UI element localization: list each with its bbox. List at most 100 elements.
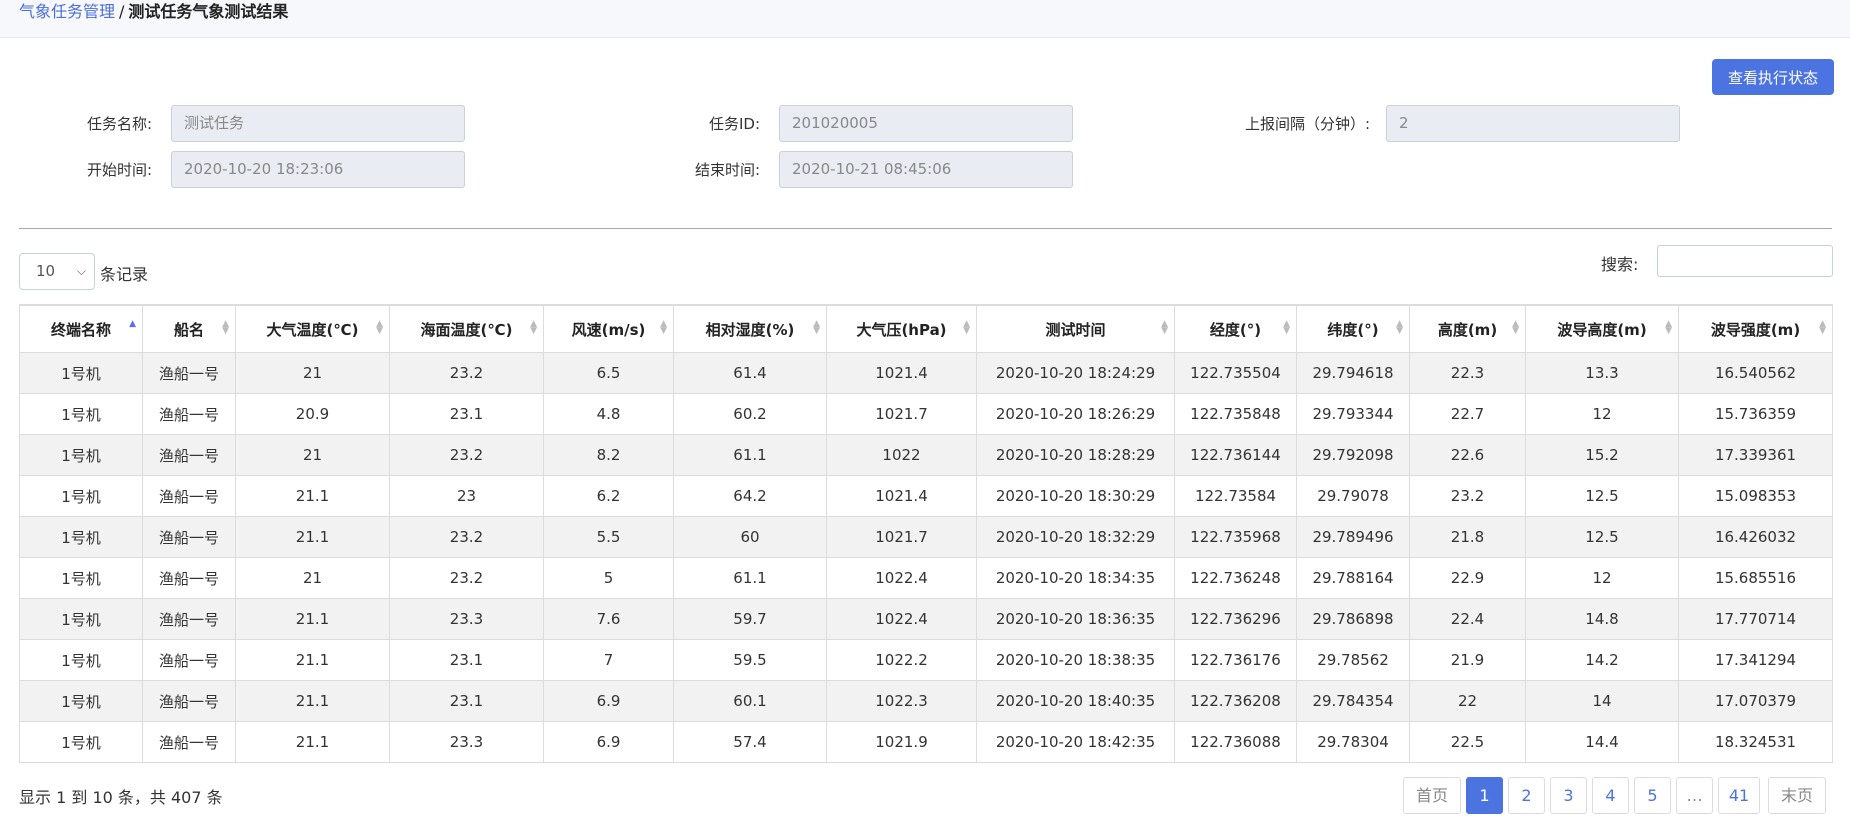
column-header-label: 相对湿度(%) bbox=[705, 320, 795, 339]
sort-icon: ▲ ▼ bbox=[1512, 319, 1519, 336]
table-cell: 1021.9 bbox=[826, 721, 977, 763]
table-cell: 6.9 bbox=[543, 721, 674, 763]
column-header[interactable]: 船名 ▲ ▼ bbox=[142, 304, 236, 353]
table-cell: 渔船一号 bbox=[142, 516, 236, 558]
table-cell: 59.7 bbox=[673, 598, 827, 640]
table-cell: 57.4 bbox=[673, 721, 827, 763]
task-id-field[interactable]: 201020005 bbox=[779, 105, 1073, 142]
task-name-field[interactable]: 测试任务 bbox=[171, 105, 465, 142]
interval-label: 上报间隔（分钟）: bbox=[1244, 115, 1370, 133]
column-header[interactable]: 大气压(hPa) ▲ ▼ bbox=[826, 304, 977, 353]
column-header[interactable]: 波导强度(m) ▲ ▼ bbox=[1678, 304, 1833, 353]
column-header[interactable]: 经度(°) ▲ ▼ bbox=[1174, 304, 1297, 353]
column-header[interactable]: 波导高度(m) ▲ ▼ bbox=[1525, 304, 1679, 353]
sort-icon: ▲ ▼ bbox=[1161, 319, 1168, 336]
column-header[interactable]: 风速(m/s) ▲ ▼ bbox=[543, 304, 674, 353]
table-cell: 渔船一号 bbox=[142, 557, 236, 599]
view-status-button[interactable]: 查看执行状态 bbox=[1712, 59, 1834, 95]
table-cell: 1号机 bbox=[19, 598, 143, 640]
section-divider bbox=[19, 228, 1832, 229]
page-button[interactable]: 2 bbox=[1508, 777, 1545, 814]
page-button[interactable]: 1 bbox=[1466, 777, 1503, 814]
column-header-label: 海面温度(℃) bbox=[420, 320, 513, 339]
table-cell: 23.1 bbox=[389, 393, 544, 435]
table-cell: 23.2 bbox=[389, 352, 544, 394]
table-row: 1号机 渔船一号 21.1 23.3 6.9 57.4 1021.9 2020-10-20 1… bbox=[19, 721, 1833, 763]
table-cell: 21.9 bbox=[1409, 639, 1526, 681]
table-cell: 17.070379 bbox=[1678, 680, 1833, 722]
table-cell: 渔船一号 bbox=[142, 352, 236, 394]
interval-field[interactable]: 2 bbox=[1386, 105, 1680, 142]
table-cell: 22.3 bbox=[1409, 352, 1526, 394]
table-cell: 1021.4 bbox=[826, 352, 977, 394]
column-header-label: 风速(m/s) bbox=[571, 320, 646, 339]
table-cell: 1022.4 bbox=[826, 557, 977, 599]
column-header-label: 测试时间 bbox=[1045, 320, 1106, 339]
breadcrumb-parent-link[interactable]: 气象任务管理 bbox=[19, 2, 115, 21]
table-cell: 16.540562 bbox=[1678, 352, 1833, 394]
page-button: … bbox=[1676, 777, 1713, 814]
table-cell: 5 bbox=[543, 557, 674, 599]
table-cell: 23.2 bbox=[389, 557, 544, 599]
table-cell: 1号机 bbox=[19, 393, 143, 435]
page-button[interactable]: 5 bbox=[1634, 777, 1671, 814]
page-button[interactable]: 41 bbox=[1718, 777, 1760, 814]
table-cell: 1022.2 bbox=[826, 639, 977, 681]
table-cell: 60.2 bbox=[673, 393, 827, 435]
column-header[interactable]: 高度(m) ▲ ▼ bbox=[1409, 304, 1526, 353]
start-time-field[interactable]: 2020-10-20 18:23:06 bbox=[171, 151, 465, 188]
table-cell: 1号机 bbox=[19, 352, 143, 394]
table-cell: 122.73584 bbox=[1174, 475, 1297, 517]
table-cell: 渔船一号 bbox=[142, 721, 236, 763]
chevron-down-icon: ⌵ bbox=[76, 264, 86, 278]
column-header[interactable]: 大气温度(℃) ▲ ▼ bbox=[235, 304, 390, 353]
table-cell: 渔船一号 bbox=[142, 475, 236, 517]
table-cell: 29.788164 bbox=[1296, 557, 1410, 599]
table-cell: 1021.7 bbox=[826, 516, 977, 558]
search-input[interactable] bbox=[1657, 245, 1833, 277]
first-page-button[interactable]: 首页 bbox=[1403, 777, 1461, 814]
table-cell: 1号机 bbox=[19, 434, 143, 476]
table-cell: 122.736144 bbox=[1174, 434, 1297, 476]
end-time-label: 结束时间: bbox=[694, 161, 760, 179]
table-cell: 21.1 bbox=[235, 721, 390, 763]
table-cell: 23.3 bbox=[389, 721, 544, 763]
sort-icon: ▲ ▼ bbox=[376, 319, 383, 336]
table-cell: 21.1 bbox=[235, 475, 390, 517]
table-cell: 23.3 bbox=[389, 598, 544, 640]
table-cell: 29.794618 bbox=[1296, 352, 1410, 394]
table-cell: 15.736359 bbox=[1678, 393, 1833, 435]
table-cell: 122.736296 bbox=[1174, 598, 1297, 640]
column-header-label: 高度(m) bbox=[1437, 320, 1498, 339]
table-cell: 5.5 bbox=[543, 516, 674, 558]
table-cell: 2020-10-20 18:36:35 bbox=[976, 598, 1175, 640]
page-button[interactable]: 3 bbox=[1550, 777, 1587, 814]
column-header[interactable]: 终端名称 ▲ bbox=[19, 304, 143, 353]
column-header-label: 纬度(°) bbox=[1327, 320, 1379, 339]
column-header[interactable]: 纬度(°) ▲ ▼ bbox=[1296, 304, 1410, 353]
page-length-select[interactable]: 10 ⌵ bbox=[19, 253, 95, 290]
page-length-value: 10 bbox=[36, 262, 56, 280]
table-cell: 8.2 bbox=[543, 434, 674, 476]
table-cell: 1022 bbox=[826, 434, 977, 476]
end-time-field[interactable]: 2020-10-21 08:45:06 bbox=[779, 151, 1073, 188]
table-cell: 6.2 bbox=[543, 475, 674, 517]
table-cell: 1021.4 bbox=[826, 475, 977, 517]
page-button[interactable]: 4 bbox=[1592, 777, 1629, 814]
table-cell: 29.78304 bbox=[1296, 721, 1410, 763]
table-cell: 2020-10-20 18:24:29 bbox=[976, 352, 1175, 394]
table-cell: 29.786898 bbox=[1296, 598, 1410, 640]
table-cell: 6.9 bbox=[543, 680, 674, 722]
column-header[interactable]: 相对湿度(%) ▲ ▼ bbox=[673, 304, 827, 353]
table-cell: 20.9 bbox=[235, 393, 390, 435]
task-name-label: 任务名称: bbox=[86, 115, 152, 133]
table-cell: 17.770714 bbox=[1678, 598, 1833, 640]
column-header[interactable]: 测试时间 ▲ ▼ bbox=[976, 304, 1175, 353]
table-cell: 18.324531 bbox=[1678, 721, 1833, 763]
sort-icon: ▲ ▼ bbox=[963, 319, 970, 336]
table-cell: 60 bbox=[673, 516, 827, 558]
table-cell: 122.735504 bbox=[1174, 352, 1297, 394]
last-page-button[interactable]: 末页 bbox=[1768, 777, 1826, 814]
column-header[interactable]: 海面温度(℃) ▲ ▼ bbox=[389, 304, 544, 353]
breadcrumb-separator: / bbox=[119, 2, 125, 21]
